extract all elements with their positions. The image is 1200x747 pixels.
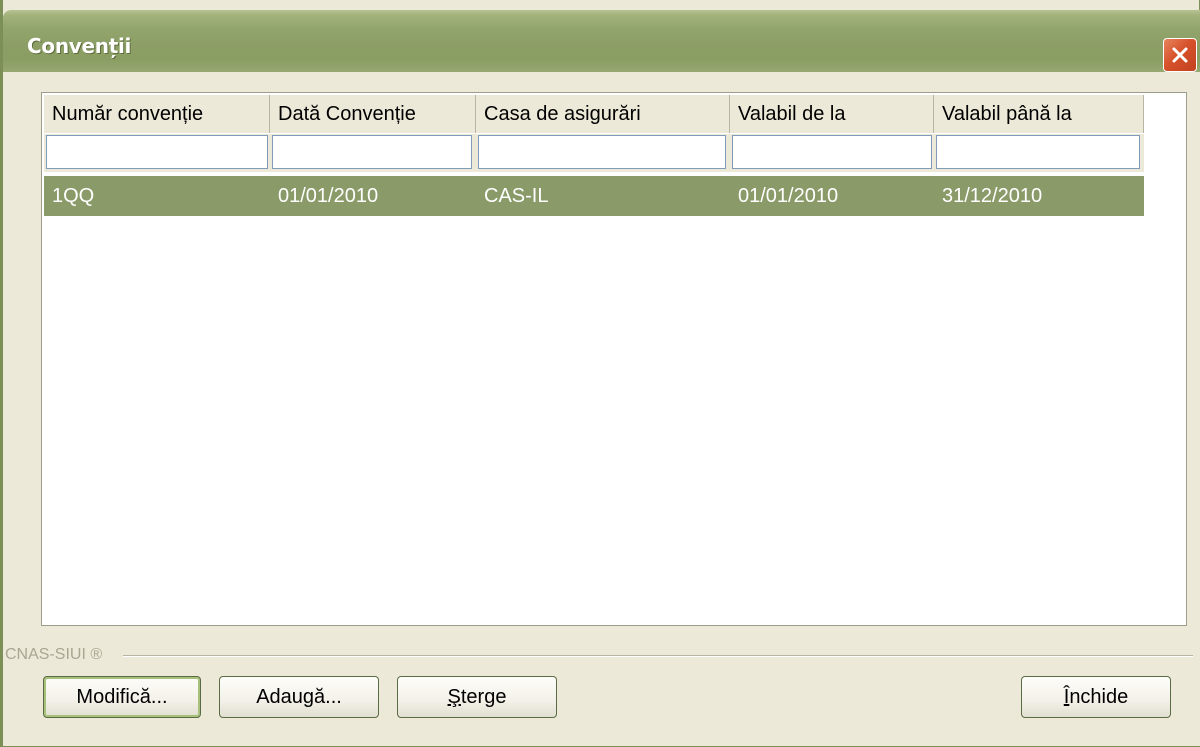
close-button[interactable]: Închide xyxy=(1021,676,1171,718)
delete-mnemonic: Ş xyxy=(447,686,461,708)
column-header-casa[interactable]: Casa de asigurări xyxy=(476,95,730,133)
cell-valabil-pana-la: 31/12/2010 xyxy=(942,185,1043,207)
cell-valabil-de-la: 01/01/2010 xyxy=(738,185,839,207)
conventii-dialog: Convenții Număr convenție Dată Convenție… xyxy=(0,0,1200,747)
close-label: nchide xyxy=(1069,686,1129,708)
column-header-valabil-pana-la[interactable]: Valabil până la xyxy=(934,95,1144,133)
column-header-data[interactable]: Dată Convenție xyxy=(270,95,476,133)
filter-input-valabil-pana-la[interactable] xyxy=(936,135,1140,169)
filter-input-valabil-de-la[interactable] xyxy=(732,135,932,169)
cell-data: 01/01/2010 xyxy=(278,185,379,207)
column-header-numar[interactable]: Număr convenție xyxy=(44,95,270,133)
window-title: Convenții xyxy=(27,34,132,58)
delete-button[interactable]: Şterge xyxy=(397,676,557,718)
filter-input-casa[interactable] xyxy=(478,135,726,169)
delete-label: terge xyxy=(460,686,507,708)
separator-line xyxy=(123,655,1193,657)
conventions-grid[interactable]: Număr convenție Dată Convenție Casa de a… xyxy=(41,92,1187,626)
modify-button[interactable]: Modifică... xyxy=(43,676,201,718)
cell-casa: CAS-IL xyxy=(484,185,549,207)
filter-input-numar[interactable] xyxy=(46,135,268,169)
grid-header: Număr convenție Dată Convenție Casa de a… xyxy=(44,95,1144,133)
cell-numar: 1QQ xyxy=(52,185,95,207)
column-header-valabil-de-la[interactable]: Valabil de la xyxy=(730,95,934,133)
dialog-content: Număr convenție Dată Convenție Casa de a… xyxy=(3,72,1200,746)
close-icon[interactable] xyxy=(1163,38,1197,72)
add-button[interactable]: Adaugă... xyxy=(219,676,379,718)
brand-label: CNAS-SIUI ® xyxy=(5,645,113,665)
footer-separator: CNAS-SIUI ® xyxy=(3,645,1200,665)
title-bar[interactable]: Convenții xyxy=(3,10,1200,72)
filter-input-data[interactable] xyxy=(272,135,472,169)
table-row[interactable]: 1QQ 01/01/2010 CAS-IL 01/01/2010 31/12/2… xyxy=(44,176,1144,216)
filter-row xyxy=(44,134,1144,172)
